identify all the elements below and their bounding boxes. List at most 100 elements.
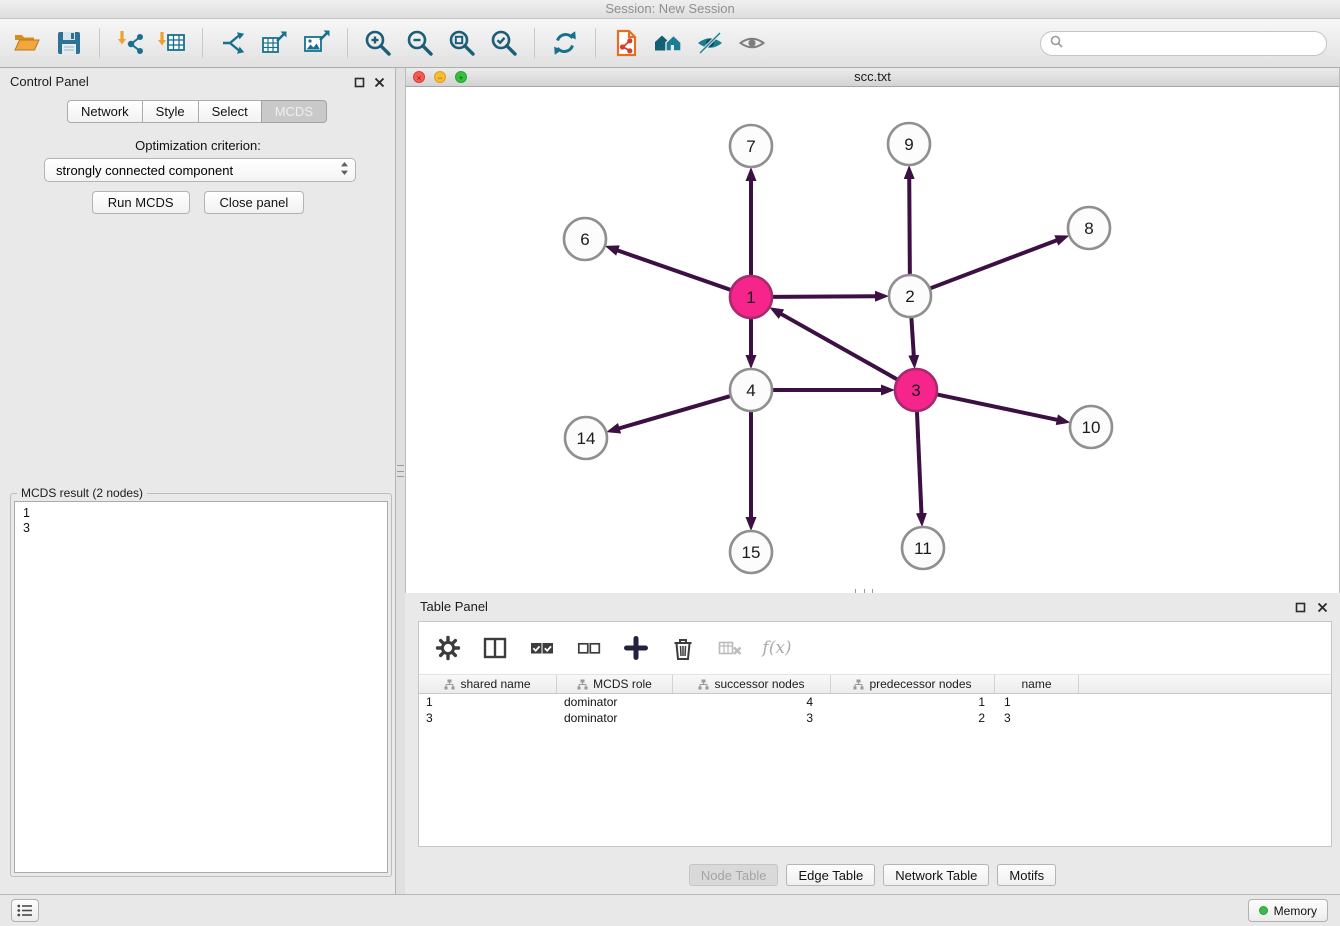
close-panel-button[interactable]: Close panel [204,191,305,214]
zoom-fit-icon[interactable] [441,23,483,63]
network-document-share-icon[interactable] [605,23,647,63]
toggle-graphics-details-icon[interactable] [689,23,731,63]
table-panel-close-icon[interactable] [1315,600,1329,614]
gear-icon[interactable] [431,631,465,665]
minimize-traffic-light[interactable]: − [434,71,446,83]
graph-edge-2-8[interactable] [931,240,1058,288]
tab-style[interactable]: Style [142,100,199,123]
mcds-result-list[interactable]: 1 3 [14,501,388,873]
graph-edge-3-10[interactable] [938,395,1058,420]
column-header-name[interactable]: name [995,675,1079,693]
tab-mcds[interactable]: MCDS [261,100,327,123]
graph-edge-3-1[interactable] [781,314,897,380]
delete-row-trash-icon[interactable] [666,631,700,665]
apply-layout-refresh-icon[interactable] [544,23,586,63]
search-icon [1050,35,1063,53]
add-row-icon[interactable] [619,631,653,665]
graph-node-3[interactable]: 3 [895,369,937,411]
selected-criterion: strongly connected component [56,163,340,178]
graph-edge-2-9[interactable] [909,178,910,274]
search-box[interactable] [1040,31,1327,56]
home-galleries-icon[interactable] [647,23,689,63]
show-hide-eye-icon[interactable] [731,23,773,63]
zoom-in-icon[interactable] [357,23,399,63]
zoom-selected-icon[interactable] [483,23,525,63]
memory-button[interactable]: Memory [1248,899,1328,922]
maximize-traffic-light[interactable]: + [455,71,467,83]
graph-node-10[interactable]: 10 [1070,406,1112,448]
graph-node-4[interactable]: 4 [730,369,772,411]
list-icon [17,904,33,917]
control-panel-close-icon[interactable] [372,75,386,89]
table-row: 1 dominator 4 1 1 [419,694,1331,710]
table-panel-title: Table Panel [420,599,488,614]
save-icon[interactable] [48,23,90,63]
graph-node-1[interactable]: 1 [730,276,772,318]
cell-shared-name[interactable]: 1 [419,694,557,710]
graph-node-7[interactable]: 7 [730,125,772,167]
node-table-container: f(x) shared name MCDS role successor nod… [418,621,1332,847]
column-header-predecessor-nodes[interactable]: predecessor nodes [831,675,995,693]
window-titlebar: Session: New Session [0,0,1340,19]
task-history-button[interactable] [11,899,39,922]
tab-motifs[interactable]: Motifs [997,864,1056,886]
graph-node-2[interactable]: 2 [889,275,931,317]
optimization-criterion-select[interactable]: strongly connected component [44,158,356,182]
export-table-icon[interactable] [254,23,296,63]
close-traffic-light[interactable]: × [413,71,425,83]
table-toolbar: f(x) [419,622,1331,675]
svg-text:11: 11 [914,539,932,558]
tab-select[interactable]: Select [198,100,262,123]
new-network-from-selection-icon[interactable] [212,23,254,63]
run-mcds-button[interactable]: Run MCDS [92,191,190,214]
graph-node-11[interactable]: 11 [902,527,944,569]
graph-edge-3-11[interactable] [917,412,922,514]
select-all-icon[interactable] [525,631,559,665]
tab-edge-table[interactable]: Edge Table [786,864,875,886]
optimization-criterion-label: Optimization criterion: [0,138,396,153]
cell-predecessor-nodes[interactable]: 2 [831,710,995,726]
graph-node-9[interactable]: 9 [888,123,930,165]
zoom-out-icon[interactable] [399,23,441,63]
network-canvas[interactable]: 7 9 6 8 1 2 4 3 14 10 15 11 [406,87,1339,593]
table-panel: Table Panel [405,593,1340,894]
vertical-splitter-grip[interactable] [397,462,404,480]
import-network-icon[interactable] [109,23,151,63]
split-columns-icon[interactable] [478,631,512,665]
open-folder-icon[interactable] [6,23,48,63]
graph-node-6[interactable]: 6 [564,218,606,260]
svg-text:6: 6 [580,230,589,249]
delete-table-icon[interactable] [713,631,747,665]
cell-predecessor-nodes[interactable]: 1 [831,694,995,710]
import-table-icon[interactable] [151,23,193,63]
graph-edge-4-14[interactable] [619,396,730,428]
tab-network[interactable]: Network [67,100,143,123]
cell-shared-name[interactable]: 3 [419,710,557,726]
tab-node-table[interactable]: Node Table [689,864,779,886]
column-header-shared-name[interactable]: shared name [419,675,557,693]
deselect-all-icon[interactable] [572,631,606,665]
control-panel-float-icon[interactable] [352,75,366,89]
cell-successor-nodes[interactable]: 3 [673,710,831,726]
tab-network-table[interactable]: Network Table [883,864,989,886]
search-input[interactable] [1068,36,1317,51]
graph-node-15[interactable]: 15 [730,531,772,573]
column-type-icon [577,679,588,690]
graph-edge-2-3[interactable] [911,318,913,356]
graph-edge-1-2[interactable] [773,296,876,297]
graph-node-14[interactable]: 14 [565,417,607,459]
graph-edge-1-6[interactable] [617,250,730,290]
table-panel-float-icon[interactable] [1293,600,1307,614]
column-header-successor-nodes[interactable]: successor nodes [673,675,831,693]
function-builder-icon[interactable]: f(x) [760,631,794,665]
toolbar-separator [534,28,535,58]
cell-mcds-role[interactable]: dominator [557,694,673,710]
column-header-mcds-role[interactable]: MCDS role [557,675,673,693]
cell-mcds-role[interactable]: dominator [557,710,673,726]
cell-name[interactable]: 3 [995,710,1079,726]
cell-name[interactable]: 1 [995,694,1079,710]
graph-node-8[interactable]: 8 [1068,207,1110,249]
cell-successor-nodes[interactable]: 4 [673,694,831,710]
window-title: Session: New Session [605,1,734,16]
export-image-icon[interactable] [296,23,338,63]
